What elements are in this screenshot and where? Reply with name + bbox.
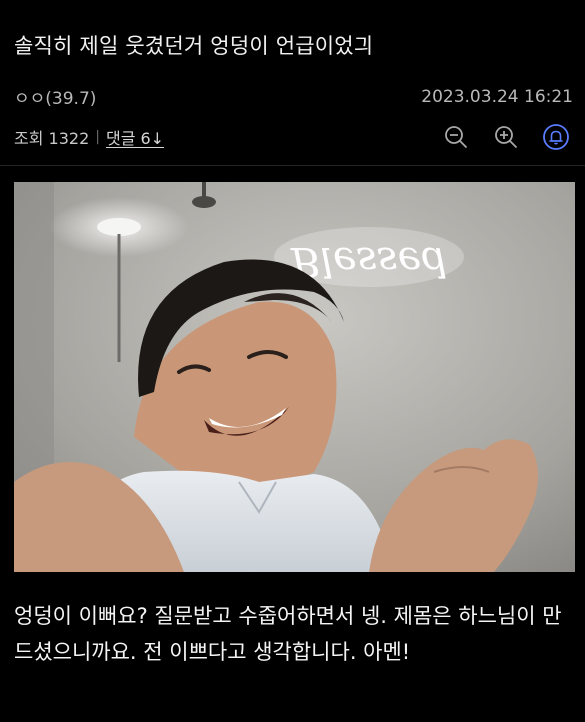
zoom-in-icon — [495, 126, 517, 148]
zoom-out-icon — [445, 126, 467, 148]
view-count: 조회 1322 — [14, 129, 90, 148]
author-name[interactable]: ㅇㅇ(39.7) — [14, 84, 96, 109]
post-body-text: 엉덩이 이뻐요? 질문받고 수줍어하면서 넹. 제몸은 하느님이 만드셨으니까요… — [14, 604, 562, 664]
notification-button[interactable] — [541, 122, 571, 152]
post-photo: Blessed — [14, 182, 575, 572]
comment-count-link[interactable]: 댓글 6↓ — [106, 125, 164, 149]
neon-sign-text: Blessed — [290, 238, 447, 284]
post-stats-bar: 조회 1322 | 댓글 6↓ — [14, 122, 571, 152]
post-image[interactable]: Blessed — [14, 182, 575, 572]
view-tools — [441, 122, 571, 152]
post-title: 솔직히 제일 웃겼던거 엉덩이 언급이었긔 — [14, 34, 374, 58]
zoom-out-button[interactable] — [441, 122, 471, 152]
post-meta: ㅇㅇ(39.7) 2023.03.24 16:21 — [14, 84, 573, 110]
stats-separator: | — [95, 129, 100, 145]
notification-bell-icon — [543, 124, 569, 150]
zoom-in-button[interactable] — [491, 122, 521, 152]
post-stats: 조회 1322 | 댓글 6↓ — [14, 125, 164, 149]
post-datetime: 2023.03.24 16:21 — [421, 86, 573, 107]
header-divider — [0, 165, 585, 166]
